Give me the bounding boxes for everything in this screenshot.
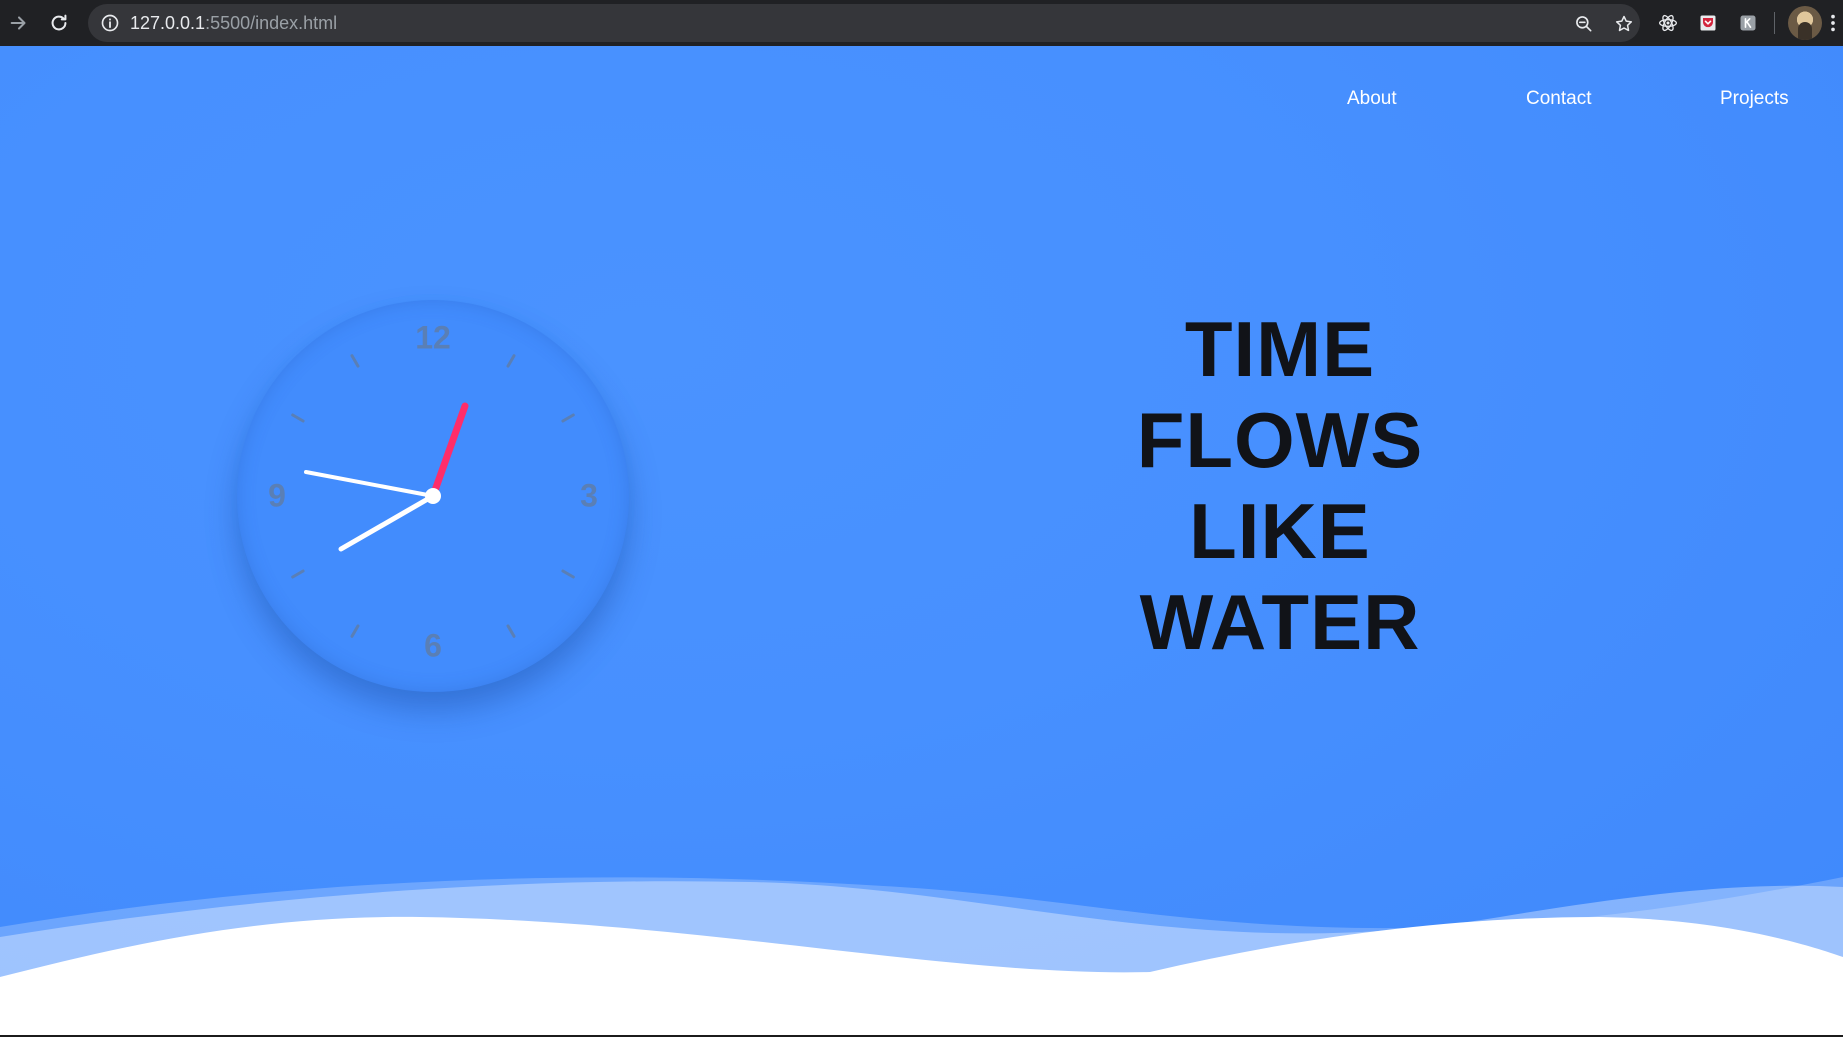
hour-tick-5 [506, 624, 516, 638]
analog-clock: 12 3 6 9 [237, 300, 629, 692]
clock-number-3: 3 [580, 477, 598, 513]
reload-icon [51, 14, 67, 31]
pocket-icon[interactable] [1694, 9, 1722, 37]
forward-icon [10, 16, 26, 30]
site-info-icon[interactable] [100, 13, 120, 33]
hour-tick-2 [561, 413, 575, 423]
headline-line-2: FLOWS [1136, 396, 1424, 484]
hero-headline: TIME FLOWS LIKE WATER [1080, 304, 1480, 668]
nav-about-link[interactable]: About [1347, 88, 1397, 110]
clock-second-hand [429, 402, 469, 500]
url-path: :5500/index.html [205, 13, 338, 33]
wave-decoration [0, 877, 1843, 1037]
react-devtools-icon[interactable] [1654, 9, 1682, 37]
clock-number-12: 12 [415, 319, 451, 355]
clock-minute-hand [304, 470, 435, 498]
profile-avatar[interactable] [1788, 6, 1822, 40]
toolbar-divider [1774, 12, 1775, 34]
hour-tick-8 [291, 569, 305, 579]
clock-hour-hand [338, 493, 436, 552]
url-host: 127.0.0.1 [130, 13, 206, 33]
hour-tick-1 [506, 354, 516, 368]
hour-tick-7 [350, 624, 360, 638]
nav-contact-link[interactable]: Contact [1526, 88, 1591, 110]
zoom-icon[interactable] [1571, 11, 1597, 37]
clock-number-9: 9 [268, 477, 286, 513]
hour-tick-10 [291, 413, 305, 423]
address-bar[interactable]: 127.0.0.1:5500/index.html [88, 4, 1640, 42]
browser-toolbar: 127.0.0.1:5500/index.html [0, 0, 1843, 46]
star-icon[interactable] [1611, 11, 1637, 37]
hour-tick-4 [561, 569, 575, 579]
clock-center-pin [425, 488, 441, 504]
nav-projects-link[interactable]: Projects [1720, 88, 1789, 110]
page: About Contact Projects 12 3 6 9 TIME FLO… [0, 46, 1843, 1037]
more-icon[interactable] [1826, 8, 1840, 38]
extension-icon[interactable] [1734, 9, 1762, 37]
top-nav: About Contact Projects [0, 78, 1843, 118]
reload-button[interactable] [42, 6, 76, 40]
clock-face: 12 3 6 9 [268, 319, 598, 663]
url-text[interactable]: 127.0.0.1:5500/index.html [130, 13, 337, 33]
headline-line-4: WATER [1139, 578, 1421, 666]
headline-line-1: TIME [1184, 305, 1376, 393]
hour-tick-11 [350, 354, 360, 368]
forward-button[interactable] [2, 6, 36, 40]
clock-number-6: 6 [424, 627, 442, 663]
headline-line-3: LIKE [1189, 487, 1371, 575]
